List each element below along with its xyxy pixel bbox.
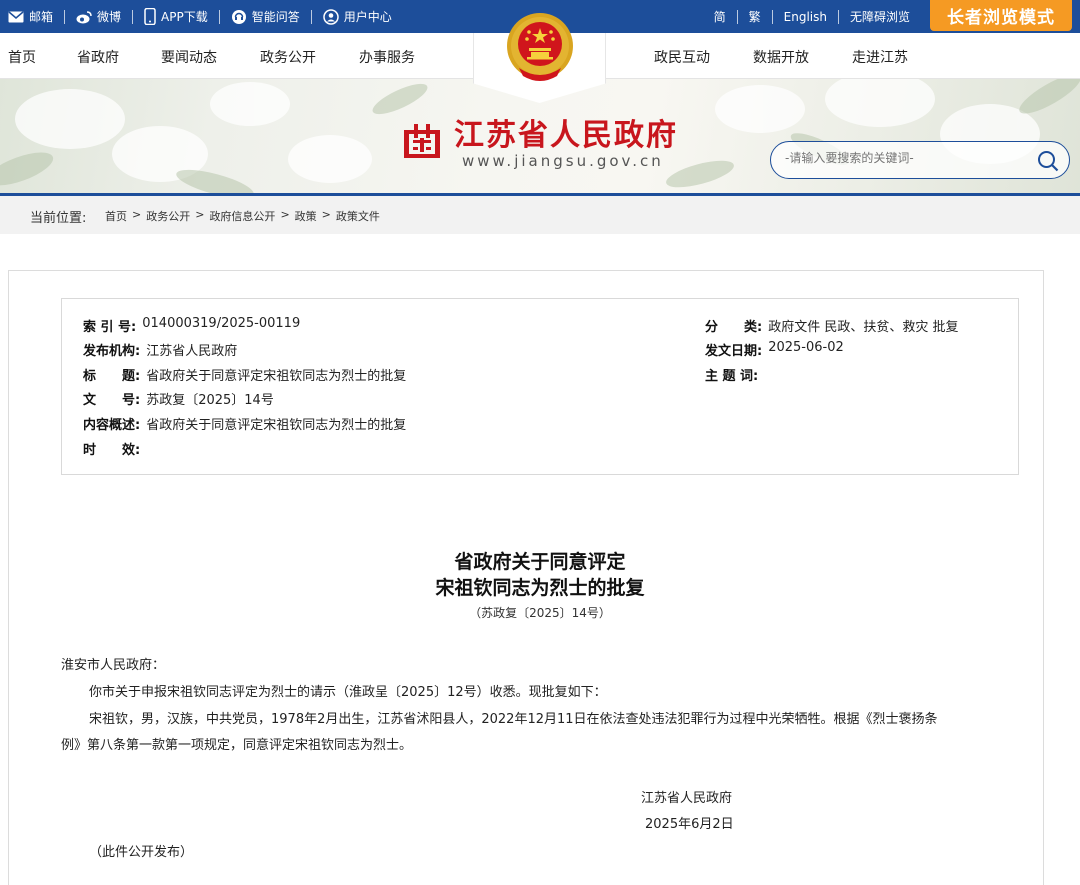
app-download-label: APP下载 — [161, 10, 208, 24]
weibo-link[interactable]: 微博 — [76, 8, 121, 25]
meta-index-value: 014000319/2025-00119 — [142, 316, 301, 331]
weibo-label: 微博 — [97, 10, 122, 24]
meta-docno-row: 文 号: 苏政复〔2025〕14号 — [83, 389, 274, 408]
breadcrumb-separator: > — [132, 208, 142, 221]
divider — [771, 9, 773, 24]
breadcrumb-item-open-affairs[interactable]: 政务公开 — [146, 208, 190, 224]
meta-title-key: 标 题: — [83, 369, 141, 384]
document-paragraph-2-line-1: 宋祖钦，男，汉族，中共党员，1978年2月出生，江苏省沭阳县人，2022年12月… — [89, 712, 938, 727]
meta-date-value: 2025-06-02 — [768, 340, 844, 355]
user-center-link[interactable]: 用户中心 — [322, 8, 392, 25]
document-paragraph-1: 你市关于申报宋祖钦同志评定为烈士的请示（淮政呈〔2025〕12号）收悉。现批复如… — [89, 685, 607, 700]
meta-date-key: 发文日期: — [705, 344, 763, 359]
document-number: （苏政复〔2025〕14号） — [469, 606, 611, 620]
app-download-link[interactable]: APP下载 — [144, 8, 208, 25]
breadcrumb-separator: > — [195, 208, 205, 221]
meta-category-key: 分 类: — [705, 320, 763, 335]
breadcrumb-item-info-disclosure[interactable]: 政府信息公开 — [209, 208, 275, 224]
document-addressee: 淮安市人民政府： — [61, 658, 166, 673]
document-paragraph-2-line-2: 例》第八条第一款第一项规定，同意评定宋祖钦同志为烈士。 — [61, 738, 413, 753]
user-center-label: 用户中心 — [343, 10, 392, 24]
site-title[interactable]: 江苏省人民政府 — [454, 110, 678, 154]
breadcrumb-separator: > — [280, 208, 290, 221]
document-title-line1: 省政府关于同意评定 — [454, 551, 626, 573]
meta-summary-value: 省政府关于同意评定宋祖钦同志为烈士的批复 — [146, 418, 407, 433]
mail-icon — [8, 10, 24, 22]
elder-mode-button[interactable]: 长者浏览模式 — [930, 0, 1072, 31]
jiangsu-logo-icon[interactable] — [402, 122, 442, 162]
document-sign-date: 2025年6月2日 — [645, 817, 734, 832]
simplified-link[interactable]: 简 — [714, 8, 726, 25]
accessible-browse-link[interactable]: 无障碍浏览 — [850, 8, 910, 25]
national-emblem-icon[interactable] — [505, 10, 575, 86]
search-input[interactable] — [785, 151, 1035, 165]
divider — [218, 9, 220, 24]
meta-validity-row: 时 效: — [83, 439, 146, 458]
traditional-link[interactable]: 繁 — [749, 8, 761, 25]
meta-org-value: 江苏省人民政府 — [146, 344, 238, 359]
meta-docno-value: 苏政复〔2025〕14号 — [146, 393, 274, 408]
chat-icon — [231, 9, 246, 24]
search-box — [770, 141, 1070, 179]
nav-item-home[interactable]: 首页 — [8, 47, 36, 67]
meta-index-row: 索 引 号: 014000319/2025-00119 — [83, 316, 300, 335]
nav-item-services[interactable]: 办事服务 — [359, 47, 415, 67]
divider — [310, 9, 312, 24]
meta-subject-row: 主 题 词: — [705, 365, 764, 384]
top-links: 邮箱 微博 APP下载 智能问答 用户中心 — [8, 0, 392, 33]
nav-item-open-data[interactable]: 数据开放 — [753, 47, 809, 67]
meta-validity-key: 时 效: — [83, 443, 141, 458]
document-title-line2: 宋祖钦同志为烈士的批复 — [435, 577, 645, 599]
breadcrumb-item-policy-docs[interactable]: 政策文件 — [336, 208, 380, 224]
breadcrumb-item-policy[interactable]: 政策 — [295, 208, 317, 224]
nav-item-interaction[interactable]: 政民互动 — [654, 47, 710, 67]
meta-subject-key: 主 题 词: — [705, 369, 759, 384]
breadcrumb: 当前位置: 首页 > 政务公开 > 政府信息公开 > 政策 > 政策文件 — [0, 196, 1080, 234]
divider — [736, 9, 738, 24]
meta-index-key: 索 引 号: — [83, 320, 137, 335]
user-icon — [322, 8, 339, 25]
site-domain: www.jiangsu.gov.cn — [462, 152, 664, 170]
nav-item-government[interactable]: 省政府 — [77, 47, 119, 67]
english-link[interactable]: English — [784, 10, 827, 24]
meta-org-row: 发布机构: 江苏省人民政府 — [83, 340, 237, 359]
meta-summary-row: 内容概述: 省政府关于同意评定宋祖钦同志为烈士的批复 — [83, 414, 406, 433]
breadcrumb-item-home[interactable]: 首页 — [105, 208, 127, 224]
divider — [64, 9, 66, 24]
mail-label: 邮箱 — [29, 10, 54, 24]
meta-title-value: 省政府关于同意评定宋祖钦同志为烈士的批复 — [146, 369, 407, 384]
nav-item-news[interactable]: 要闻动态 — [161, 47, 217, 67]
language-links: 简 繁 English 无障碍浏览 — [714, 0, 910, 33]
smart-qa-label: 智能问答 — [251, 10, 300, 24]
document-signer: 江苏省人民政府 — [641, 791, 733, 806]
meta-docno-key: 文 号: — [83, 393, 141, 408]
document-meta-table: 索 引 号: 014000319/2025-00119 发布机构: 江苏省人民政… — [61, 298, 1019, 475]
divider — [837, 9, 839, 24]
meta-category-row: 分 类: 政府文件 民政、扶贫、救灾 批复 — [705, 316, 958, 335]
breadcrumb-separator: > — [321, 208, 331, 221]
meta-summary-key: 内容概述: — [83, 418, 141, 433]
meta-date-row: 发文日期: 2025-06-02 — [705, 340, 844, 359]
weibo-icon — [76, 10, 92, 23]
meta-org-key: 发布机构: — [83, 344, 141, 359]
document-publish-note: （此件公开发布） — [89, 845, 194, 860]
meta-category-value: 政府文件 民政、扶贫、救灾 批复 — [768, 320, 959, 335]
search-icon[interactable] — [1037, 150, 1059, 172]
smart-qa-link[interactable]: 智能问答 — [231, 8, 300, 25]
divider — [132, 9, 134, 24]
breadcrumb-label: 当前位置: — [30, 211, 87, 226]
meta-title-row: 标 题: 省政府关于同意评定宋祖钦同志为烈士的批复 — [83, 365, 406, 384]
phone-icon — [144, 8, 156, 25]
nav-item-about-jiangsu[interactable]: 走进江苏 — [852, 47, 908, 67]
nav-item-open-affairs[interactable]: 政务公开 — [260, 47, 316, 67]
mail-link[interactable]: 邮箱 — [8, 8, 53, 25]
